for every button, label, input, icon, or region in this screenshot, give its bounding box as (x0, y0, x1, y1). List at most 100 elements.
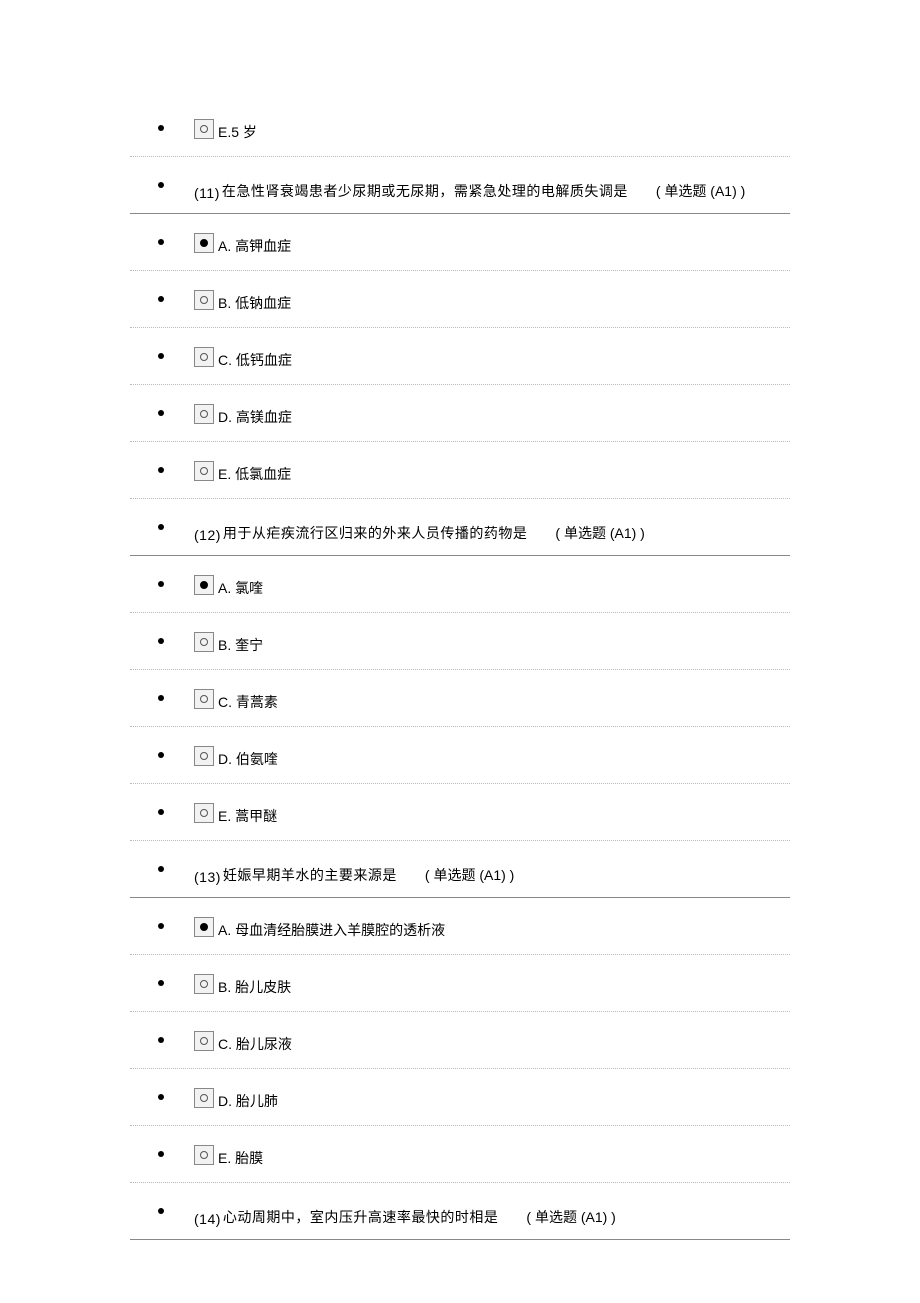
radio-dot-icon (200, 239, 208, 247)
option-label: C. 胎儿尿液 (218, 1034, 292, 1054)
question-row: (14)心动周期中，室内压升高速率最快的时相是 ( 单选题 (A1) ) (130, 1183, 790, 1240)
radio-button[interactable] (194, 347, 214, 367)
question-row: (12)用于从疟疾流行区归来的外来人员传播的药物是 ( 单选题 (A1) ) (130, 499, 790, 556)
option-label: A. 母血清经胎膜进入羊膜腔的透析液 (218, 920, 445, 940)
radio-button[interactable] (194, 404, 214, 424)
bullet-icon (158, 1037, 164, 1043)
option-row[interactable]: D. 伯氨喹 (130, 727, 790, 784)
option-label: C. 低钙血症 (218, 350, 292, 370)
radio-dot-icon (200, 638, 208, 646)
radio-button[interactable] (194, 917, 214, 937)
option-row[interactable]: E. 胎膜 (130, 1126, 790, 1183)
option-row[interactable]: A. 母血清经胎膜进入羊膜腔的透析液 (130, 898, 790, 955)
option-row[interactable]: E. 蒿甲醚 (130, 784, 790, 841)
bullet-icon (158, 296, 164, 302)
bullet-icon (158, 980, 164, 986)
bullet-icon (158, 1151, 164, 1157)
option-row[interactable]: E. 低氯血症 (130, 442, 790, 499)
option-label: D. 伯氨喹 (218, 749, 278, 769)
radio-dot-icon (200, 467, 208, 475)
option-row[interactable]: B. 胎儿皮肤 (130, 955, 790, 1012)
question-row: (11)在急性肾衰竭患者少尿期或无尿期，需紧急处理的电解质失调是 ( 单选题 (A… (130, 157, 790, 214)
bullet-icon (158, 923, 164, 929)
option-label: D. 高镁血症 (218, 407, 292, 427)
question-type: ( 单选题 (A1) ) (656, 181, 745, 201)
option-row[interactable]: A. 氯喹 (130, 556, 790, 613)
bullet-icon (158, 524, 164, 530)
bullet-icon (158, 353, 164, 359)
bullet-icon (158, 467, 164, 473)
bullet-icon (158, 239, 164, 245)
radio-dot-icon (200, 923, 208, 931)
option-label: A. 高钾血症 (218, 236, 291, 256)
radio-button[interactable] (194, 746, 214, 766)
option-row[interactable]: B. 奎宁 (130, 613, 790, 670)
radio-button[interactable] (194, 1031, 214, 1051)
option-label: E. 低氯血症 (218, 464, 291, 484)
radio-button[interactable] (194, 233, 214, 253)
radio-button[interactable] (194, 803, 214, 823)
bullet-icon (158, 809, 164, 815)
option-label: E. 蒿甲醚 (218, 806, 277, 826)
option-row[interactable]: B. 低钠血症 (130, 271, 790, 328)
question-number: (12) (194, 527, 221, 543)
radio-dot-icon (200, 1151, 208, 1159)
option-row[interactable]: A. 高钾血症 (130, 214, 790, 271)
bullet-icon (158, 182, 164, 188)
option-label: E. 胎膜 (218, 1148, 263, 1168)
option-row[interactable]: E.5 岁 (130, 100, 790, 157)
question-type: ( 单选题 (A1) ) (425, 865, 514, 885)
option-row[interactable]: D. 高镁血症 (130, 385, 790, 442)
option-row[interactable]: C. 低钙血症 (130, 328, 790, 385)
question-stem: 在急性肾衰竭患者少尿期或无尿期，需紧急处理的电解质失调是 (222, 181, 628, 201)
radio-dot-icon (200, 809, 208, 817)
question-row: (13)妊娠早期羊水的主要来源是 ( 单选题 (A1) ) (130, 841, 790, 898)
radio-button[interactable] (194, 119, 214, 139)
question-stem: 用于从疟疾流行区归来的外来人员传播的药物是 (223, 523, 528, 543)
bullet-icon (158, 1208, 164, 1214)
radio-dot-icon (200, 125, 208, 133)
bullet-icon (158, 695, 164, 701)
radio-dot-icon (200, 353, 208, 361)
bullet-icon (158, 752, 164, 758)
option-label: D. 胎儿肺 (218, 1091, 278, 1111)
radio-dot-icon (200, 695, 208, 703)
radio-dot-icon (200, 296, 208, 304)
option-row[interactable]: D. 胎儿肺 (130, 1069, 790, 1126)
radio-button[interactable] (194, 290, 214, 310)
option-label: B. 胎儿皮肤 (218, 977, 291, 997)
question-type: ( 单选题 (A1) ) (555, 523, 644, 543)
radio-button[interactable] (194, 575, 214, 595)
option-label: E.5 岁 (218, 122, 257, 142)
radio-button[interactable] (194, 1088, 214, 1108)
radio-dot-icon (200, 752, 208, 760)
bullet-icon (158, 1094, 164, 1100)
question-stem: 妊娠早期羊水的主要来源是 (223, 865, 397, 885)
radio-button[interactable] (194, 974, 214, 994)
option-label: B. 低钠血症 (218, 293, 291, 313)
radio-dot-icon (200, 1037, 208, 1045)
radio-button[interactable] (194, 689, 214, 709)
option-label: B. 奎宁 (218, 635, 263, 655)
radio-button[interactable] (194, 461, 214, 481)
option-row[interactable]: C. 胎儿尿液 (130, 1012, 790, 1069)
option-row[interactable]: C. 青蒿素 (130, 670, 790, 727)
radio-dot-icon (200, 581, 208, 589)
radio-button[interactable] (194, 632, 214, 652)
question-number: (11) (194, 185, 220, 201)
option-label: A. 氯喹 (218, 578, 263, 598)
question-stem: 心动周期中，室内压升高速率最快的时相是 (223, 1207, 499, 1227)
radio-dot-icon (200, 410, 208, 418)
option-label: C. 青蒿素 (218, 692, 278, 712)
question-type: ( 单选题 (A1) ) (526, 1207, 615, 1227)
radio-button[interactable] (194, 1145, 214, 1165)
bullet-icon (158, 410, 164, 416)
question-number: (13) (194, 869, 221, 885)
bullet-icon (158, 581, 164, 587)
radio-dot-icon (200, 980, 208, 988)
bullet-icon (158, 866, 164, 872)
bullet-icon (158, 125, 164, 131)
radio-dot-icon (200, 1094, 208, 1102)
question-number: (14) (194, 1211, 221, 1227)
bullet-icon (158, 638, 164, 644)
